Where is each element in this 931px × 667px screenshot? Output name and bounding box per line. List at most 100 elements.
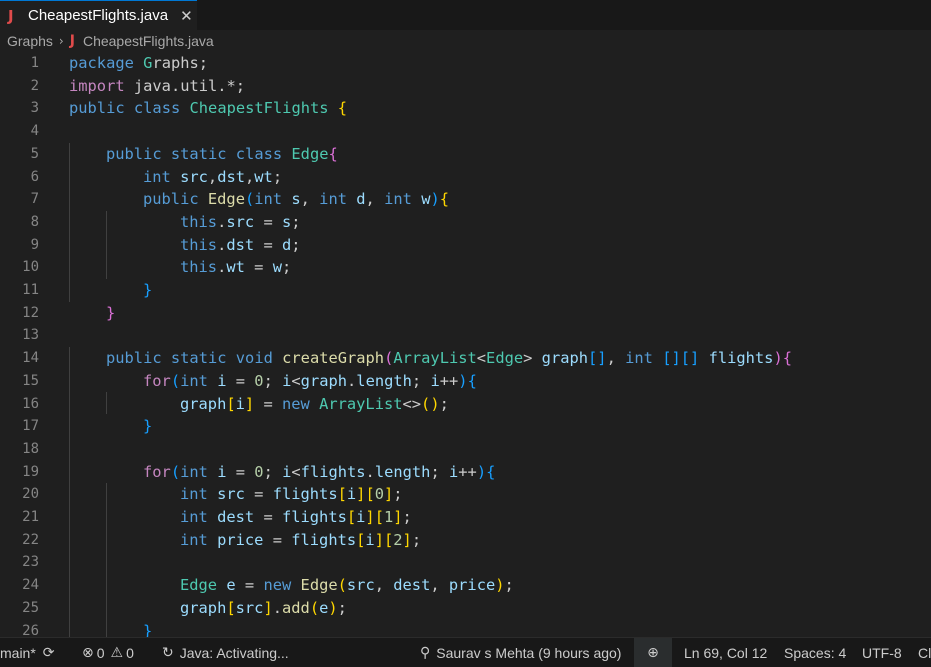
code-line[interactable]: 7 public Edge(int s, int d, int w){ (0, 188, 931, 211)
code-line[interactable]: 4 (0, 120, 931, 143)
code-token: src (235, 598, 264, 617)
line-number: 1 (30, 55, 39, 71)
code-line[interactable]: 25 graph[src].add(e); (0, 597, 931, 620)
encoding[interactable]: UTF-8 (862, 638, 902, 667)
java-file-icon: J (69, 33, 75, 49)
code-line[interactable]: 12} (0, 302, 931, 325)
code-line[interactable]: 21 int dest = flights[i][1]; (0, 506, 931, 529)
code-token: this (180, 258, 218, 277)
line-number: 20 (22, 486, 39, 503)
code-line[interactable]: 19 for(int i = 0; i<flights.length; i++){ (0, 461, 931, 484)
git-blame-text: Saurav s Mehta (9 hours ago) (436, 644, 622, 661)
end-of-line[interactable]: Cl (918, 638, 931, 667)
code-token: ) (430, 190, 440, 209)
git-blame[interactable]: ⚲ Saurav s Mehta (9 hours ago) (420, 638, 621, 667)
code-line[interactable]: 18 (0, 438, 931, 461)
code-token: . (217, 258, 227, 277)
code-token: ++ (439, 371, 459, 390)
code-text: public Edge(int s, int d, int w){ (143, 188, 449, 211)
code-token: src (346, 576, 375, 595)
code-token: flights (300, 462, 366, 481)
code-token: ++ (458, 462, 477, 481)
line-number: 11 (22, 282, 39, 298)
code-line[interactable]: 14 public static void createGraph(ArrayLi… (0, 347, 931, 370)
code-token: package (69, 54, 134, 72)
code-token: = (235, 576, 264, 595)
code-line[interactable]: 10 this.wt = w; (0, 256, 931, 279)
code-token: graph (300, 371, 348, 390)
line-number: 2 (30, 77, 39, 94)
line-number: 6 (30, 168, 39, 185)
code-token: [] (588, 349, 607, 368)
code-text: graph[i] = new ArrayList<>(); (180, 393, 449, 416)
indentation[interactable]: Spaces: 4 (784, 638, 846, 667)
line-number: 8 (30, 213, 39, 230)
close-icon[interactable]: ✕ (180, 7, 193, 25)
code-line[interactable]: 5 public static class Edge{ (0, 143, 931, 166)
code-token: . (272, 598, 282, 617)
code-token: { (328, 144, 338, 163)
code-token: price (448, 576, 496, 595)
code-line[interactable]: 24 Edge e = new Edge(src, dest, price); (0, 574, 931, 597)
line-number: 4 (30, 123, 39, 140)
code-line[interactable]: 1 package Graphs; (0, 52, 931, 75)
code-token: i (282, 462, 292, 481)
breadcrumb-file[interactable]: CheapestFlights.java (83, 33, 214, 49)
code-token: d (356, 190, 366, 209)
tab-cheapestflights[interactable]: J CheapestFlights.java ✕ (0, 0, 197, 30)
code-token: ; (291, 235, 301, 254)
code-token: this (180, 235, 218, 254)
tab-bar: J CheapestFlights.java ✕ (0, 0, 931, 30)
warning-count: 0 (126, 644, 134, 661)
cursor-position[interactable]: Ln 69, Col 12 (684, 638, 767, 667)
code-token: int (625, 349, 653, 368)
code-line[interactable]: 3 public class CheapestFlights { (0, 97, 931, 120)
code-line[interactable]: 6 int src,dst,wt; (0, 166, 931, 189)
code-token: } (143, 281, 153, 299)
code-line[interactable]: 16 graph[i] = new ArrayList<>(); (0, 393, 931, 416)
code-text: int src,dst,wt; (143, 166, 282, 189)
loading-icon: ↻ (162, 644, 174, 661)
code-line[interactable]: 26} (0, 620, 931, 638)
code-line[interactable]: 22 int price = flights[i][2]; (0, 529, 931, 552)
code-line[interactable]: 17} (0, 415, 931, 438)
code-line[interactable]: 13 (0, 324, 931, 347)
code-line[interactable]: 2 import java.util.*; (0, 75, 931, 98)
code-token: 2 (393, 530, 403, 549)
error-icon: ⊗ (82, 644, 94, 661)
code-line[interactable]: 15 for(int i = 0; i<graph.length; i++){ (0, 370, 931, 393)
code-line[interactable]: 23 (0, 551, 931, 574)
problems-indicator[interactable]: ⊗ 0 ⚠ 0 (82, 638, 134, 667)
code-token: Edge (180, 576, 218, 595)
breadcrumb-folder[interactable]: Graphs (7, 33, 53, 49)
code-line[interactable]: 8 this.src = s; (0, 211, 931, 234)
code-token: Edge (207, 190, 245, 209)
code-line[interactable]: 11} (0, 279, 931, 302)
code-token: [ (346, 508, 357, 526)
code-token: i (365, 530, 375, 549)
code-token: i (282, 371, 292, 390)
branch-indicator[interactable]: main* ⟳ (0, 638, 55, 667)
java-file-icon: J (8, 6, 14, 25)
code-token: add (282, 598, 310, 617)
code-line[interactable]: 20 int src = flights[i][0]; (0, 483, 931, 506)
code-token: static (170, 144, 227, 163)
code-token: int (180, 462, 208, 481)
code-token: ; (411, 530, 422, 549)
line-number: 3 (30, 100, 39, 117)
code-text: this.wt = w; (180, 256, 291, 279)
code-token: ; (282, 258, 292, 277)
sync-icon[interactable]: ⟳ (43, 645, 55, 661)
code-token: int (180, 530, 208, 549)
code-token: static (170, 349, 227, 368)
code-token: = (254, 212, 282, 231)
code-token: int (254, 190, 283, 209)
zoom-button[interactable]: ⊕ (634, 638, 672, 667)
code-text: import java.util.*; (69, 75, 245, 98)
code-line[interactable]: 9 this.dst = d; (0, 234, 931, 257)
line-number: 5 (30, 145, 39, 162)
code-editor[interactable]: 1 package Graphs; 2 import java.util.*; 3 pub… (0, 52, 931, 637)
java-status[interactable]: ↻ Java: Activating... (162, 638, 289, 667)
code-token: ] (374, 530, 384, 549)
